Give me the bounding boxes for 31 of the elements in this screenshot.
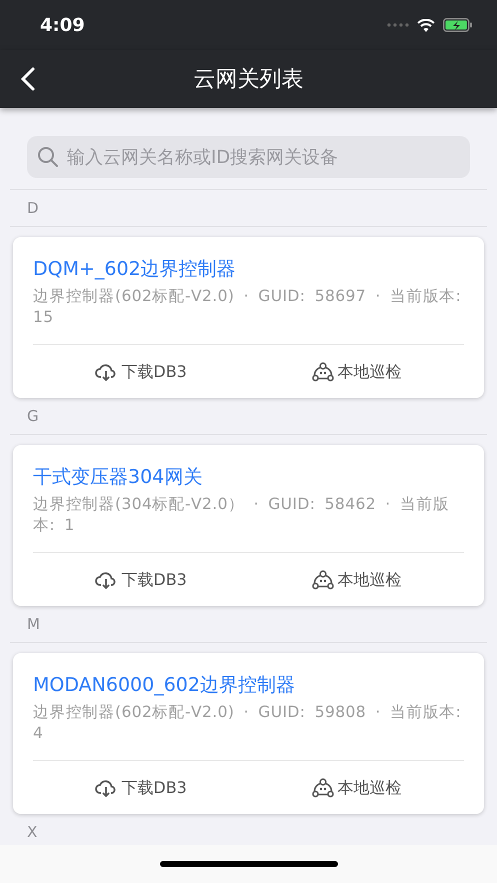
gateway-name: DQM+_602边界控制器	[33, 257, 237, 282]
nodes-icon	[312, 778, 334, 798]
gateway-card[interactable]: DQM+_602边界控制器 边界控制器(602标配-V2.0) · GUID: 58697 · 当前版本: 15 下载DB3 本地巡检	[13, 237, 484, 398]
section-letter: X	[27, 822, 38, 843]
gateway-name: MODAN6000_602边界控制器	[33, 673, 296, 698]
signal-icon	[387, 23, 409, 27]
download-button[interactable]: 下载DB3	[89, 564, 193, 596]
status-time: 4:09	[40, 14, 85, 38]
gateway-details: 边界控制器(304标配-V2.0） · GUID: 58462 · 当前版本: 1	[33, 494, 450, 536]
download-button[interactable]: 下载DB3	[89, 772, 193, 804]
cloud-download-icon	[95, 362, 118, 380]
gateway-details: 边界控制器(602标配-V2.0) · GUID: 58697 · 当前版本: 15	[33, 286, 462, 328]
battery-icon	[443, 18, 473, 32]
inspect-button[interactable]: 本地巡检	[306, 772, 408, 804]
cloud-download-icon	[95, 778, 118, 796]
search-field[interactable]: 输入云网关名称或ID搜索网关设备	[27, 136, 470, 178]
gateway-card[interactable]: MODAN6000_602边界控制器 边界控制器(602标配-V2.0) · GUID: 59808 · 当前版本: 4 下载DB3 本地巡检	[13, 653, 484, 814]
page-title: 云网关列表	[194, 66, 304, 94]
nodes-icon	[312, 570, 334, 590]
gateway-name: 干式变压器304网关	[33, 465, 204, 490]
nodes-icon	[312, 362, 334, 382]
section-letter: G	[27, 406, 39, 427]
wifi-icon	[417, 18, 435, 32]
cloud-download-icon	[95, 570, 118, 588]
gateway-card[interactable]: 干式变压器304网关 边界控制器(304标配-V2.0） · GUID: 58462 · 当前版本: 1 下载DB3 本地巡检	[13, 445, 484, 606]
section-letter: M	[27, 614, 40, 635]
inspect-button[interactable]: 本地巡检	[306, 564, 408, 596]
section-letter: D	[27, 198, 39, 219]
inspect-button[interactable]: 本地巡检	[306, 356, 408, 388]
download-button[interactable]: 下载DB3	[89, 356, 193, 388]
gateway-details: 边界控制器(602标配-V2.0) · GUID: 59808 · 当前版本: 4	[33, 702, 462, 744]
